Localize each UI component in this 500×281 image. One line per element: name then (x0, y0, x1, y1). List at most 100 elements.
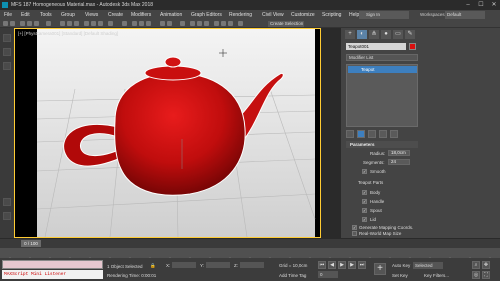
zoom-viewport-icon[interactable]: ⌕ (472, 261, 480, 269)
configure-sets-icon[interactable] (390, 130, 398, 138)
rollout-title[interactable]: Parameters (346, 141, 418, 148)
menu-graph-editors[interactable]: Graph Editors (191, 10, 222, 20)
material-editor-icon[interactable] (204, 21, 209, 26)
go-to-start-icon[interactable]: ⏮ (318, 261, 326, 269)
auto-key-button[interactable]: Auto Key (392, 263, 410, 268)
modifier-stack[interactable]: Teapot (346, 64, 418, 127)
real-world-checkbox[interactable] (352, 231, 357, 236)
link-icon[interactable] (20, 21, 25, 26)
redo-icon[interactable] (10, 21, 15, 26)
maximize-viewport-icon[interactable]: ⛶ (482, 271, 490, 279)
go-to-end-icon[interactable]: ⏭ (358, 261, 366, 269)
pivot-icon[interactable] (122, 21, 127, 26)
pin-stack-icon[interactable] (346, 130, 354, 138)
select-by-name-icon[interactable] (67, 21, 72, 26)
menu-file[interactable]: File (4, 10, 12, 20)
display-tab-icon[interactable]: ▭ (393, 30, 403, 39)
scale-icon[interactable] (98, 21, 103, 26)
ribbon-button[interactable] (3, 212, 11, 220)
time-slider-bar[interactable]: 0 / 100 (0, 238, 500, 248)
ribbon-button[interactable] (3, 48, 11, 56)
maxscript-listener-output[interactable]: MAXScript Mini Listener (2, 270, 103, 279)
show-end-result-icon[interactable] (357, 130, 365, 138)
close-button[interactable]: ✕ (488, 0, 500, 10)
menu-scripting[interactable]: Scripting (322, 10, 341, 20)
body-checkbox[interactable]: ✓ (362, 190, 367, 195)
stack-item-teapot[interactable]: Teapot (348, 66, 417, 73)
rotate-icon[interactable] (91, 21, 96, 26)
workspace-select[interactable]: Default (445, 11, 485, 19)
perspective-viewport[interactable]: [+] [PhysCamera001] [Standard] [Default … (14, 28, 321, 238)
auto-key-selection[interactable]: Selected (413, 262, 443, 269)
unlink-icon[interactable] (27, 21, 32, 26)
menu-animation[interactable]: Animation (160, 10, 182, 20)
time-slider-handle[interactable]: 0 / 100 (21, 240, 41, 247)
align-icon[interactable] (167, 21, 172, 26)
region-select-icon[interactable] (74, 21, 79, 26)
key-filters-button[interactable]: Key Filters... (424, 273, 449, 278)
menu-modifiers[interactable]: Modifiers (131, 10, 151, 20)
render-production-icon[interactable] (228, 21, 233, 26)
spout-checkbox[interactable]: ✓ (362, 208, 367, 213)
current-frame-field[interactable]: 0 (318, 271, 338, 278)
next-frame-icon[interactable]: ▶ (348, 261, 356, 269)
select-object-icon[interactable] (60, 21, 65, 26)
reference-coord-icon[interactable] (108, 21, 113, 26)
smooth-checkbox[interactable]: ✓ (362, 169, 367, 174)
remove-modifier-icon[interactable] (379, 130, 387, 138)
curve-editor-icon[interactable] (190, 21, 195, 26)
ribbon-button[interactable] (3, 62, 11, 70)
utilities-tab-icon[interactable]: ✎ (405, 30, 415, 39)
menu-civil-view[interactable]: Civil View (262, 10, 284, 20)
hierarchy-tab-icon[interactable]: ⋔ (369, 30, 379, 39)
x-coordinate-field[interactable] (172, 262, 196, 268)
maximize-button[interactable]: ☐ (475, 0, 487, 10)
viewport-canvas[interactable] (15, 29, 320, 237)
ribbon-button[interactable] (3, 34, 11, 42)
play-icon[interactable]: ▶ (338, 261, 346, 269)
menu-create[interactable]: Create (108, 10, 123, 20)
pan-viewport-icon[interactable]: ✥ (482, 261, 490, 269)
segments-spinner[interactable]: 24 (388, 159, 410, 165)
menu-customize[interactable]: Customize (291, 10, 315, 20)
render-setup-icon[interactable] (214, 21, 219, 26)
create-tab-icon[interactable]: + (345, 30, 355, 39)
menu-group[interactable]: Group (61, 10, 75, 20)
radius-spinner[interactable]: 18,0cm (388, 150, 410, 156)
previous-frame-icon[interactable]: ◀ (328, 261, 336, 269)
handle-checkbox[interactable]: ✓ (362, 199, 367, 204)
y-coordinate-field[interactable] (206, 262, 230, 268)
minimize-button[interactable]: – (462, 0, 474, 10)
viewport-label[interactable]: [+] [PhysCamera001] [Standard] [Default … (18, 31, 118, 36)
menu-tools[interactable]: Tools (40, 10, 52, 20)
orbit-viewport-icon[interactable]: ◎ (472, 271, 480, 279)
lock-selection-icon[interactable]: 🔒 (150, 263, 156, 269)
make-unique-icon[interactable] (368, 130, 376, 138)
modifier-list-dropdown[interactable]: Modifier List (346, 54, 418, 61)
add-time-tag[interactable]: Add Time Tag (279, 273, 306, 278)
move-icon[interactable] (84, 21, 89, 26)
menu-help[interactable]: Help (349, 10, 359, 20)
z-coordinate-field[interactable] (240, 262, 264, 268)
percent-snap-icon[interactable] (146, 21, 151, 26)
modify-tab-icon[interactable]: ◐ (357, 30, 367, 39)
bind-space-warp-icon[interactable] (34, 21, 39, 26)
undo-icon[interactable] (3, 21, 8, 26)
selection-filter-icon[interactable] (46, 21, 51, 26)
snaps-icon[interactable] (132, 21, 137, 26)
angle-snap-icon[interactable] (139, 21, 144, 26)
lid-checkbox[interactable]: ✓ (362, 217, 367, 222)
menu-views[interactable]: Views (85, 10, 98, 20)
selection-set-field[interactable]: Create Selection Se (268, 21, 304, 32)
object-name-field[interactable]: Teapot001 (346, 43, 406, 50)
menu-edit[interactable]: Edit (21, 10, 30, 20)
track-bar[interactable] (0, 248, 500, 261)
motion-tab-icon[interactable]: ● (381, 30, 391, 39)
layer-explorer-icon[interactable] (180, 21, 185, 26)
maxscript-listener-input[interactable] (2, 260, 103, 269)
mapping-checkbox[interactable]: ✓ (352, 225, 357, 230)
mirror-icon[interactable] (160, 21, 165, 26)
keyboard-shortcut-icon[interactable] (238, 21, 243, 26)
object-color-swatch[interactable] (409, 43, 416, 50)
rendered-frame-icon[interactable] (221, 21, 226, 26)
